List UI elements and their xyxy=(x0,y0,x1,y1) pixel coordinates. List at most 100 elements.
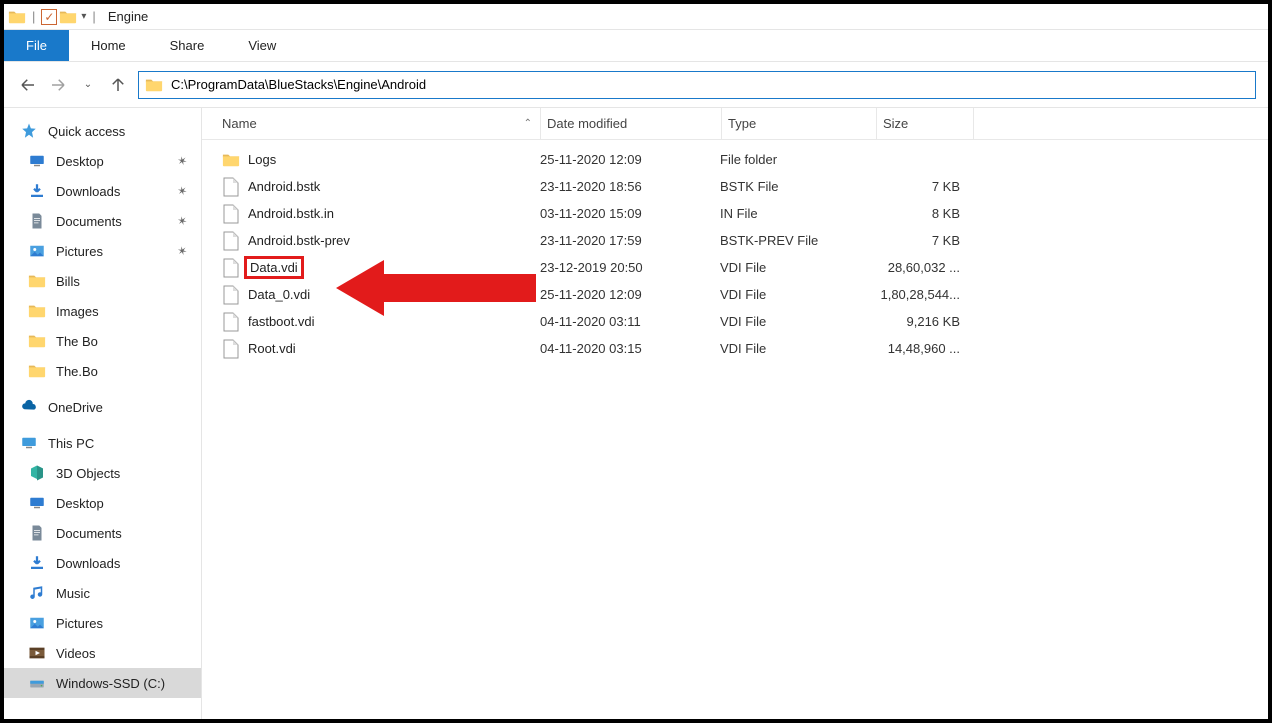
file-size: 14,48,960 ... xyxy=(874,341,970,356)
file-row[interactable]: Android.bstk.in03-11-2020 15:09IN File8 … xyxy=(202,200,1268,227)
pc-icon xyxy=(20,434,38,452)
sidebar-item-music[interactable]: Music xyxy=(4,578,201,608)
body: Quick access Desktop✶Downloads✶Documents… xyxy=(4,108,1268,719)
file-type: VDI File xyxy=(720,341,874,356)
sidebar-item-the-bo[interactable]: The.Bo xyxy=(4,356,201,386)
file-type: BSTK File xyxy=(720,179,874,194)
file-name: Logs xyxy=(248,152,276,167)
sidebar-item-the-bo[interactable]: The Bo xyxy=(4,326,201,356)
sidebar-item-windows-ssd-c-[interactable]: Windows-SSD (C:) xyxy=(4,668,201,698)
sidebar-item-label: 3D Objects xyxy=(56,466,120,481)
sidebar-item-images[interactable]: Images xyxy=(4,296,201,326)
qat-newfolder-icon[interactable] xyxy=(59,8,77,26)
address-bar[interactable] xyxy=(138,71,1256,99)
col-header-date[interactable]: Date modified xyxy=(541,116,721,131)
sidebar-label: OneDrive xyxy=(48,400,103,415)
pictures-icon xyxy=(28,242,46,260)
sidebar-item-label: The Bo xyxy=(56,334,98,349)
file-row[interactable]: Data.vdi23-12-2019 20:50VDI File28,60,03… xyxy=(202,254,1268,281)
pin-icon: ✶ xyxy=(173,242,190,259)
sidebar-item-label: Bills xyxy=(56,274,80,289)
file-name: Android.bstk xyxy=(248,179,320,194)
share-tab[interactable]: Share xyxy=(148,30,227,61)
file-row[interactable]: Data_0.vdi25-11-2020 12:09VDI File1,80,2… xyxy=(202,281,1268,308)
up-button[interactable] xyxy=(108,75,128,95)
folder-icon xyxy=(222,150,240,170)
file-rows: Logs25-11-2020 12:09File folderAndroid.b… xyxy=(202,140,1268,362)
file-name: Android.bstk-prev xyxy=(248,233,350,248)
sidebar-item-desktop[interactable]: Desktop xyxy=(4,488,201,518)
file-type: VDI File xyxy=(720,260,874,275)
sidebar-item-3d-objects[interactable]: 3D Objects xyxy=(4,458,201,488)
file-date: 23-11-2020 18:56 xyxy=(540,179,720,194)
sidebar-item-pictures[interactable]: Pictures xyxy=(4,608,201,638)
col-header-type[interactable]: Type xyxy=(722,116,876,131)
file-row[interactable]: Android.bstk-prev 23-11-2020 17:59BSTK-PR… xyxy=(202,227,1268,254)
sidebar-onedrive[interactable]: OneDrive xyxy=(4,392,201,422)
sidebar: Quick access Desktop✶Downloads✶Documents… xyxy=(4,108,202,719)
sidebar-item-label: Desktop xyxy=(56,496,104,511)
forward-button[interactable] xyxy=(48,75,68,95)
documents-icon xyxy=(28,524,46,542)
file-list: Name ⌃ Date modified Type Size Logs25-11… xyxy=(202,108,1268,719)
file-row[interactable]: Android.bstk 23-11-2020 18:56BSTK File7 K… xyxy=(202,173,1268,200)
col-header-name[interactable]: Name ⌃ xyxy=(222,116,540,131)
sidebar-item-label: The.Bo xyxy=(56,364,98,379)
titlebar: | ✓ ▾ | Engine xyxy=(4,4,1268,30)
sidebar-item-label: Downloads xyxy=(56,184,120,199)
sidebar-item-label: Downloads xyxy=(56,556,120,571)
file-icon xyxy=(222,285,240,305)
address-input[interactable] xyxy=(169,76,1249,93)
sidebar-item-downloads[interactable]: Downloads xyxy=(4,548,201,578)
file-icon xyxy=(222,204,240,224)
back-button[interactable] xyxy=(18,75,38,95)
sidebar-this-pc[interactable]: This PC xyxy=(4,428,201,458)
file-name: Data.vdi xyxy=(248,260,300,275)
file-type: File folder xyxy=(720,152,874,167)
recent-dropdown-icon[interactable]: ⌄ xyxy=(78,75,98,95)
sidebar-item-label: Music xyxy=(56,586,90,601)
window-title: Engine xyxy=(108,9,148,24)
qat-properties-icon[interactable]: ✓ xyxy=(41,9,57,25)
file-size: 8 KB xyxy=(874,206,970,221)
3d-icon xyxy=(28,464,46,482)
sidebar-item-label: Desktop xyxy=(56,154,104,169)
file-row[interactable]: Logs25-11-2020 12:09File folder xyxy=(202,146,1268,173)
file-name: Root.vdi xyxy=(248,341,296,356)
pin-icon: ✶ xyxy=(173,152,190,169)
file-size: 7 KB xyxy=(874,179,970,194)
nav-row: ⌄ xyxy=(4,62,1268,108)
col-header-size[interactable]: Size xyxy=(877,116,973,131)
file-date: 25-11-2020 12:09 xyxy=(540,287,720,302)
file-date: 23-11-2020 17:59 xyxy=(540,233,720,248)
sidebar-item-downloads[interactable]: Downloads✶ xyxy=(4,176,201,206)
sidebar-item-desktop[interactable]: Desktop ✶ xyxy=(4,146,201,176)
file-icon xyxy=(222,231,240,251)
file-tab[interactable]: File xyxy=(4,30,69,61)
folder-icon xyxy=(28,362,46,380)
separator: | xyxy=(32,9,35,24)
file-size: 9,216 KB xyxy=(874,314,970,329)
sidebar-item-documents[interactable]: Documents xyxy=(4,518,201,548)
qat-customize-icon[interactable]: ▾ xyxy=(81,11,86,22)
file-type: IN File xyxy=(720,206,874,221)
file-size: 1,80,28,544... xyxy=(874,287,970,302)
sidebar-item-documents[interactable]: Documents✶ xyxy=(4,206,201,236)
sidebar-item-videos[interactable]: Videos xyxy=(4,638,201,668)
videos-icon xyxy=(28,644,46,662)
file-row[interactable]: fastboot.vdi04-11-2020 03:11VDI File9,21… xyxy=(202,308,1268,335)
file-name: Data_0.vdi xyxy=(248,287,310,302)
view-tab[interactable]: View xyxy=(226,30,298,61)
sidebar-item-label: Documents xyxy=(56,526,122,541)
file-date: 23-12-2019 20:50 xyxy=(540,260,720,275)
home-tab[interactable]: Home xyxy=(69,30,148,61)
file-name: Android.bstk.in xyxy=(248,206,334,221)
sidebar-item-pictures[interactable]: Pictures ✶ xyxy=(4,236,201,266)
file-date: 04-11-2020 03:15 xyxy=(540,341,720,356)
file-date: 04-11-2020 03:11 xyxy=(540,314,720,329)
sidebar-quick-access[interactable]: Quick access xyxy=(4,116,201,146)
file-type: BSTK-PREV File xyxy=(720,233,874,248)
sidebar-item-bills[interactable]: Bills xyxy=(4,266,201,296)
file-row[interactable]: Root.vdi 04-11-2020 03:15VDI File14,48,96… xyxy=(202,335,1268,362)
sidebar-item-label: Pictures xyxy=(56,244,103,259)
